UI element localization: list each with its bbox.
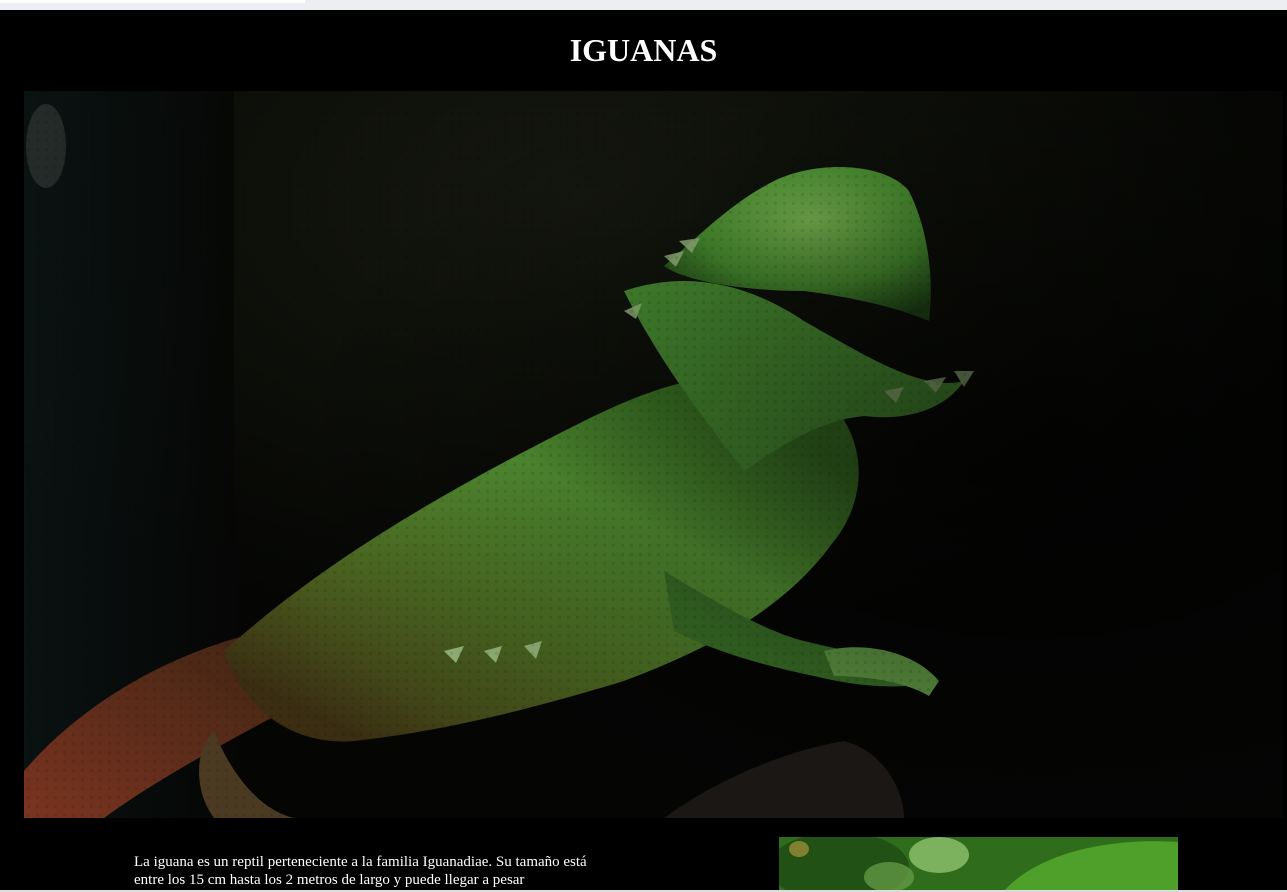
browser-top-strip <box>0 0 1287 10</box>
side-image <box>779 837 1178 892</box>
page: IGUANAS La iguana es un reptil perteneci… <box>0 10 1287 892</box>
page-title: IGUANAS <box>569 32 718 68</box>
hero-image <box>24 91 1283 818</box>
intro-paragraph: La iguana es un reptil perteneciente a l… <box>134 854 587 888</box>
